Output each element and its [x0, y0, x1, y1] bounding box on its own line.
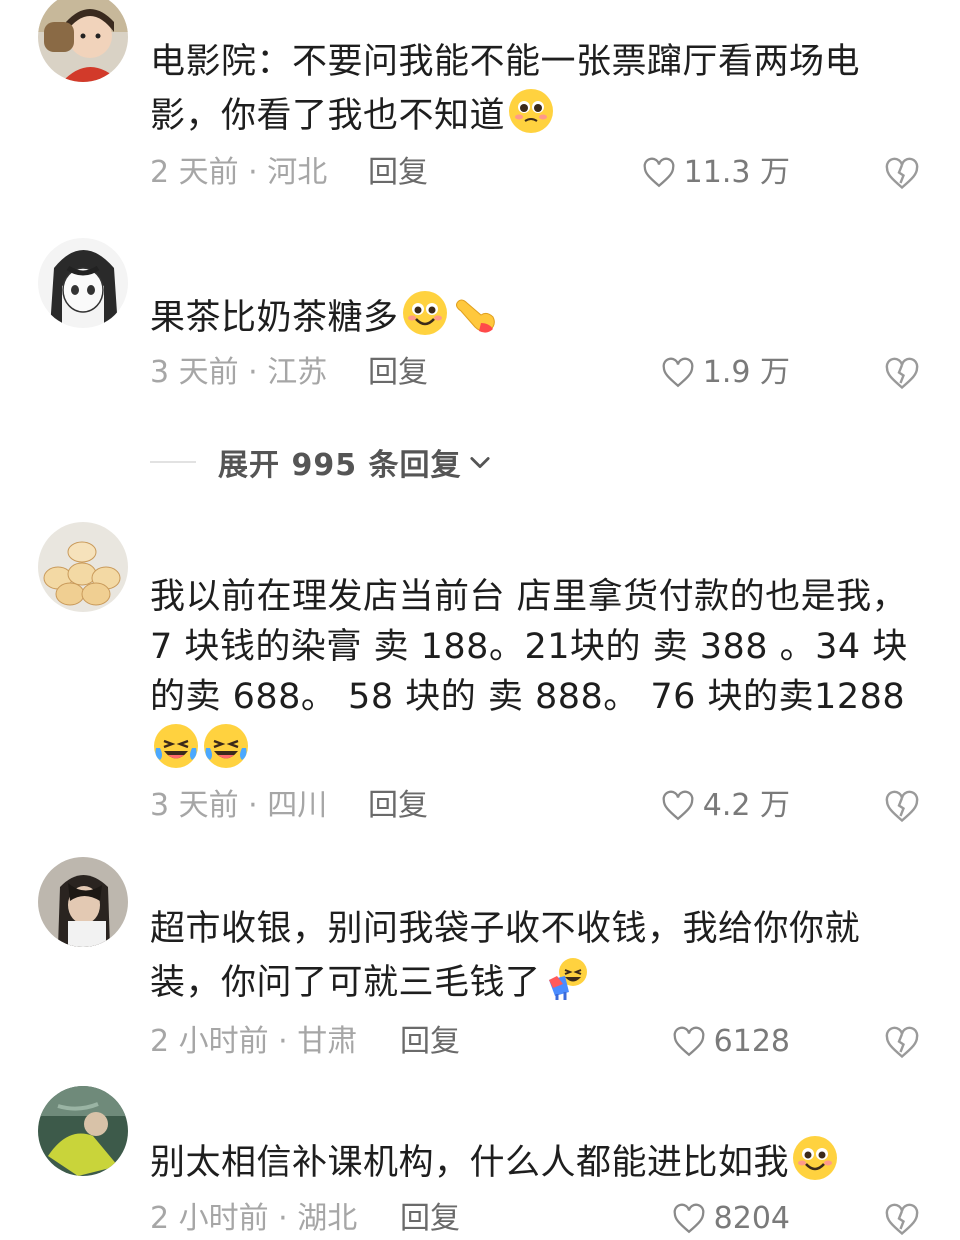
- time-location: 2 小时前 · 湖北: [150, 1201, 358, 1236]
- pleading-face-emoji: [507, 87, 555, 135]
- comment-meta: 3 天前 · 四川 回复 4.2 万: [150, 786, 930, 826]
- reply-button[interactable]: 回复: [400, 1022, 460, 1062]
- avatar[interactable]: [38, 857, 128, 947]
- expand-replies-button[interactable]: 展开 995 条回复: [150, 440, 494, 484]
- like-button[interactable]: 11.3 万: [642, 153, 790, 193]
- comment-meta: 2 天前 · 河北 回复 11.3 万: [150, 153, 930, 193]
- like-count: 1.9 万: [702, 355, 790, 390]
- time-location: 2 小时前 · 甘肃: [150, 1024, 358, 1059]
- reply-button[interactable]: 回复: [368, 153, 428, 193]
- laughing-tears-emoji: [202, 722, 250, 770]
- reply-button[interactable]: 回复: [368, 353, 428, 393]
- time-location: 2 天前 · 河北: [150, 155, 328, 190]
- comment-meta: 3 天前 · 江苏 回复 1.9 万: [150, 353, 930, 393]
- like-button[interactable]: 8204: [672, 1199, 790, 1239]
- like-count: 11.3 万: [683, 155, 790, 190]
- comment-meta: 2 小时前 · 湖北 回复 8204: [150, 1199, 930, 1239]
- comment-text: 我以前在理发店当前台 店里拿货付款的也是我，7 块钱的染膏 卖 188。21块的…: [150, 572, 910, 776]
- like-button[interactable]: 6128: [672, 1022, 790, 1062]
- time-location: 3 天前 · 四川: [150, 788, 328, 823]
- broken-heart-icon[interactable]: [884, 1025, 920, 1061]
- broken-heart-icon[interactable]: [884, 156, 920, 192]
- time-location: 3 天前 · 江苏: [150, 355, 328, 390]
- like-count: 4.2 万: [702, 788, 790, 823]
- reply-button[interactable]: 回复: [400, 1199, 460, 1239]
- comment-text: 电影院：不要问我能不能一张票蹿厅看两场电影，你看了我也不知道: [150, 42, 861, 136]
- comment-text: 果茶比奶茶糖多: [150, 289, 910, 343]
- smiling-face-emoji: [791, 1134, 839, 1182]
- divider: [150, 461, 196, 463]
- heart-icon: [643, 157, 675, 188]
- reply-button[interactable]: 回复: [368, 786, 428, 826]
- expand-replies-label: 展开 995 条回复: [218, 448, 462, 483]
- broken-heart-icon[interactable]: [884, 356, 920, 392]
- broken-heart-icon[interactable]: [884, 1202, 920, 1238]
- like-button[interactable]: 4.2 万: [661, 786, 790, 826]
- avatar[interactable]: [38, 1086, 128, 1176]
- broken-heart-icon[interactable]: [884, 789, 920, 825]
- laughing-bow-emoji: [543, 954, 591, 1002]
- heart-icon: [662, 790, 694, 821]
- avatar[interactable]: [38, 522, 128, 612]
- laughing-tears-emoji: [152, 722, 200, 770]
- heart-icon: [662, 357, 694, 388]
- chevron-down-icon: [469, 457, 490, 469]
- comment-list: 电影院：不要问我能不能一张票蹿厅看两场电影，你看了我也不知道 2 天前 · 河北…: [0, 0, 960, 1240]
- like-button[interactable]: 1.9 万: [661, 353, 790, 393]
- avatar[interactable]: [38, 0, 128, 82]
- heart-icon: [673, 1026, 705, 1057]
- smiling-face-emoji: [401, 289, 449, 337]
- comment-text: 别太相信补课机构，什么人都能进比如我: [150, 1134, 910, 1188]
- like-count: 6128: [713, 1024, 790, 1059]
- avatar[interactable]: [38, 238, 128, 328]
- pointing-hand-emoji: [451, 289, 499, 337]
- like-count: 8204: [713, 1201, 790, 1236]
- comment-meta: 2 小时前 · 甘肃 回复 6128: [150, 1022, 930, 1062]
- heart-icon: [673, 1203, 705, 1234]
- comment-text: 超市收银，别问我袋子收不收钱，我给你你就装，你问了可就三毛钱了: [150, 909, 861, 1003]
